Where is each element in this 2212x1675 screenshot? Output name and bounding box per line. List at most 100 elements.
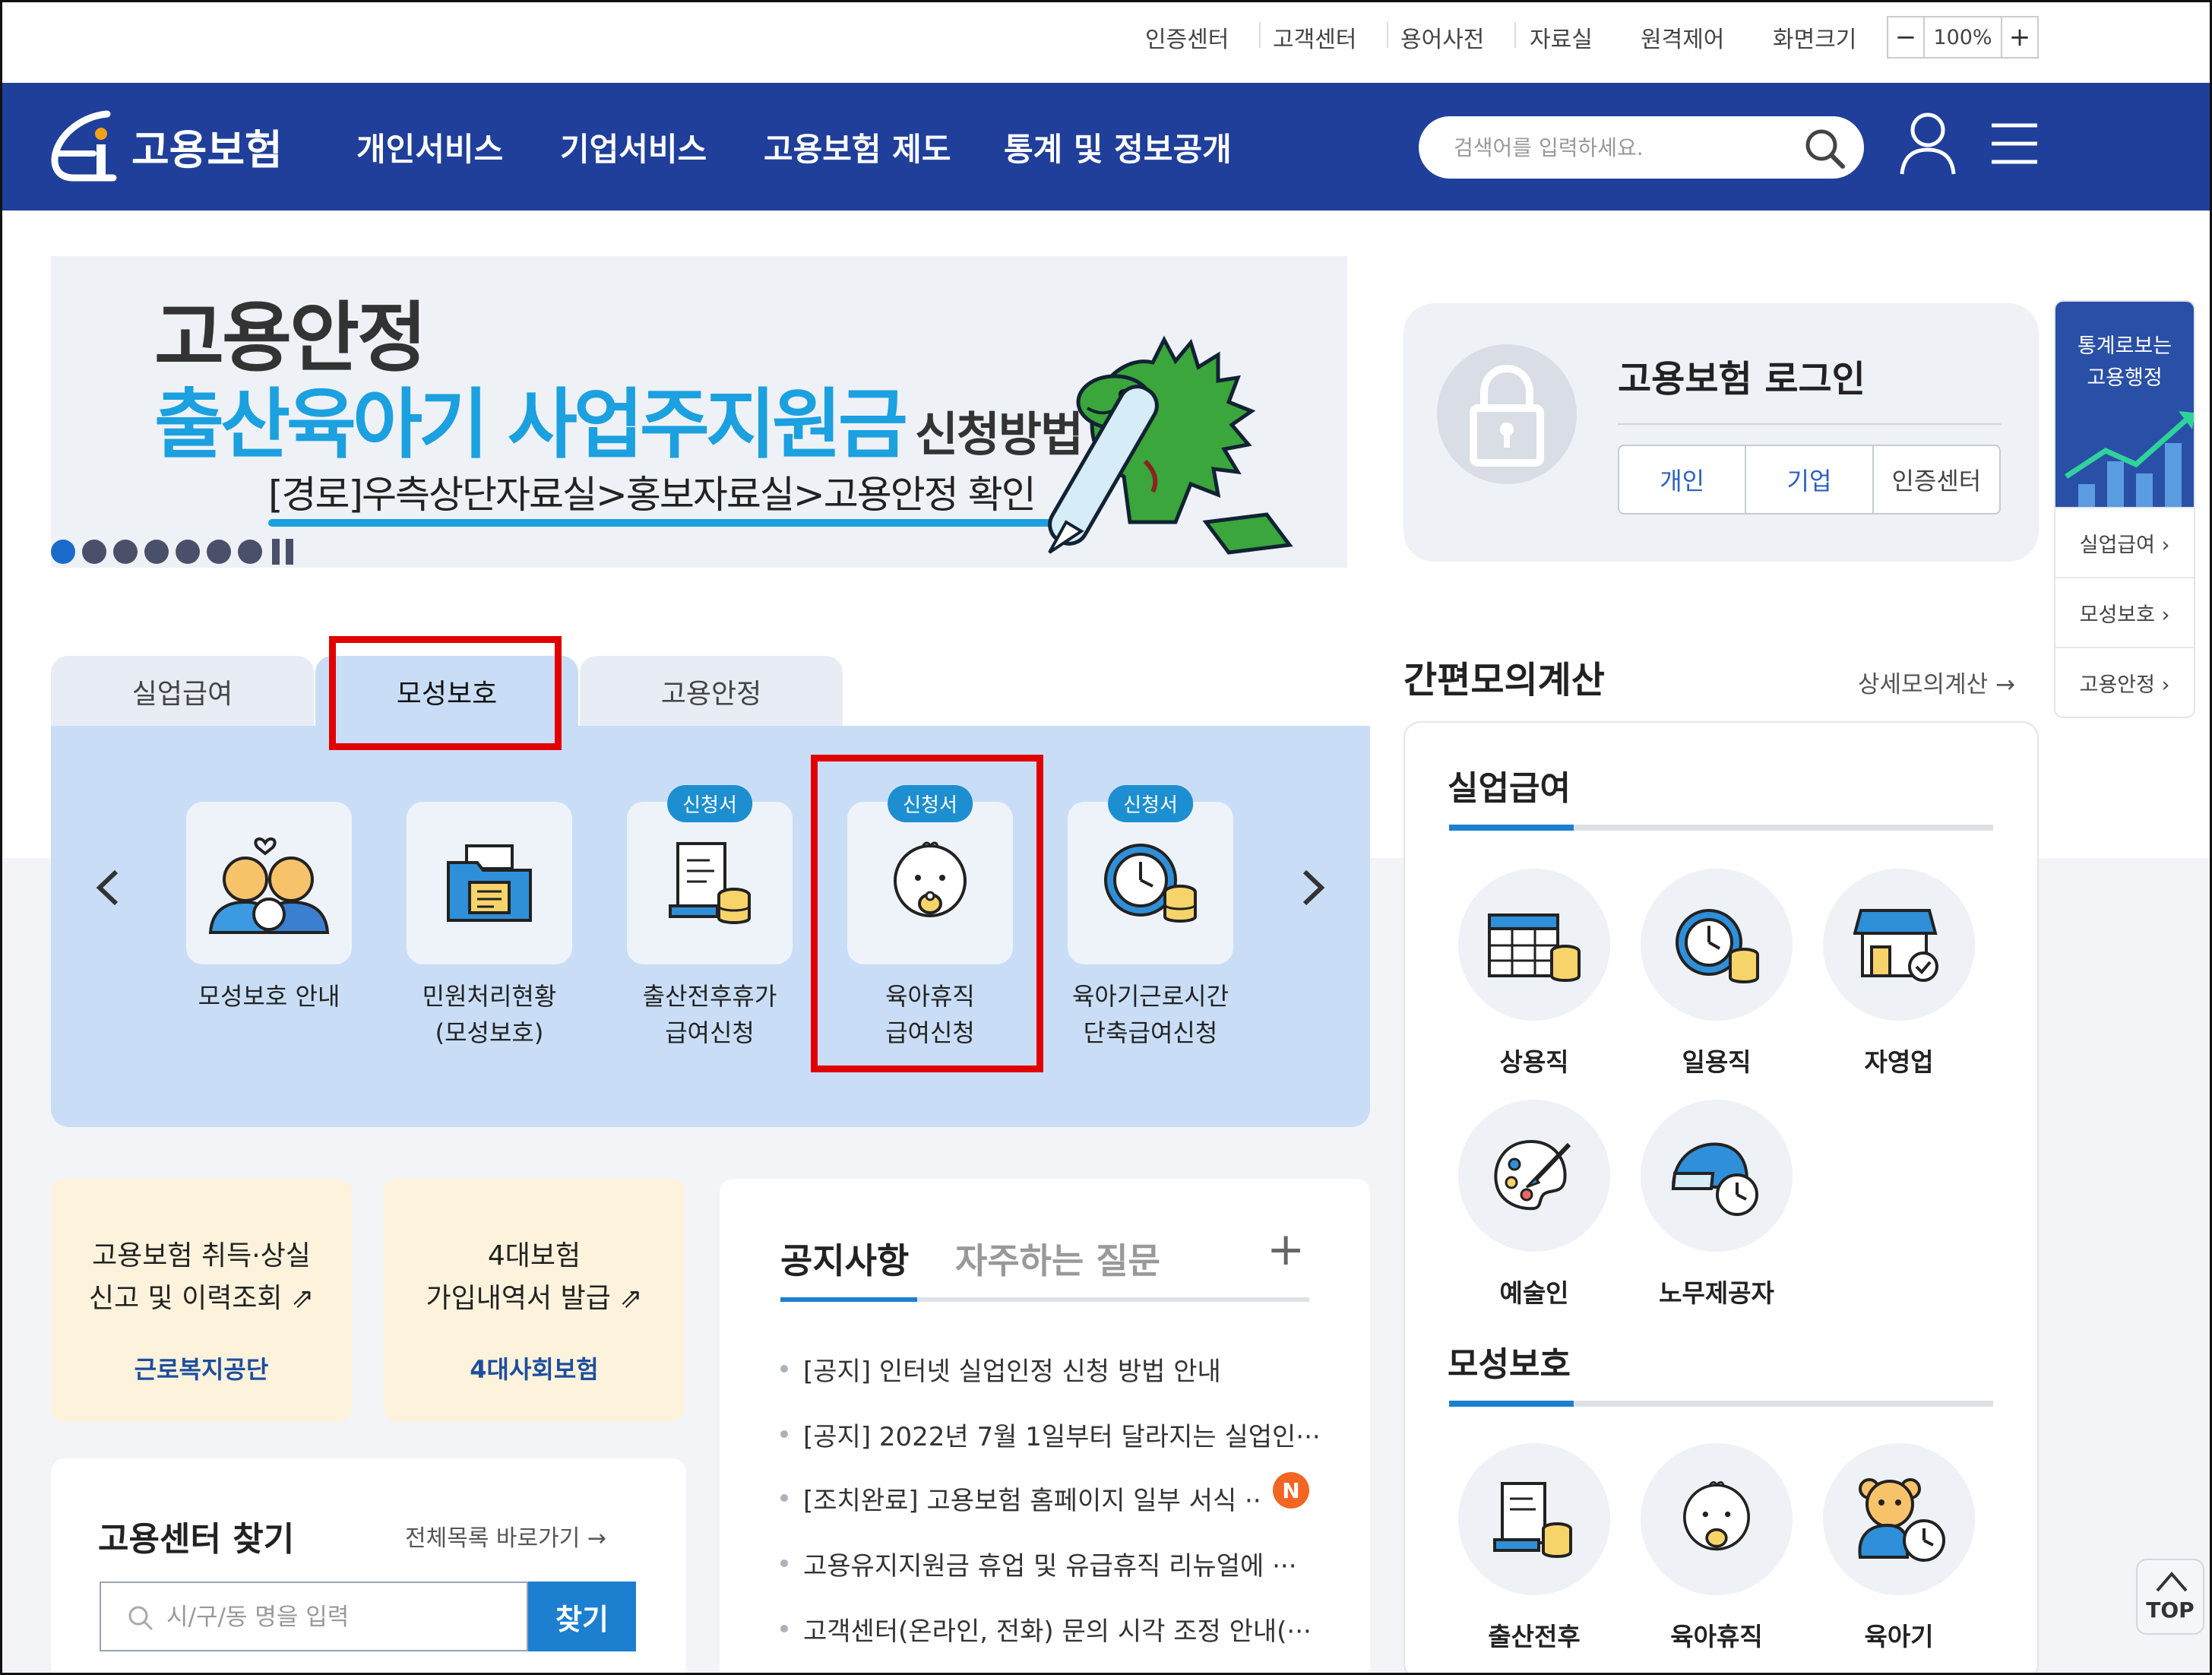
calc-section-maternity: 모성보호: [1448, 1345, 1571, 1384]
calc-item-artist[interactable]: 예술인: [1458, 1100, 1610, 1309]
site-logo[interactable]: 고용보험: [48, 104, 283, 188]
nav-personal-services[interactable]: 개인서비스: [356, 124, 503, 170]
slide-dot[interactable]: [207, 540, 231, 564]
calc-item-parental-leave[interactable]: 육아휴직: [1641, 1443, 1793, 1653]
new-badge: N: [1273, 1472, 1309, 1509]
hamburger-menu-icon[interactable]: [1990, 121, 2039, 166]
quick-card-4insurance-certificate[interactable]: 4대보험 가입내역서 발급 ⇗ 4대사회보험: [384, 1179, 685, 1422]
search-box: [1419, 116, 1864, 179]
calc-item-daily-worker[interactable]: 일용직: [1641, 869, 1793, 1078]
zoom-in-button[interactable]: +: [2002, 17, 2037, 57]
scroll-top-button[interactable]: TOP: [2136, 1559, 2204, 1635]
service-label: 민원처리현황 (모성보호): [407, 978, 572, 1051]
search-icon[interactable]: [1802, 125, 1847, 171]
login-cert-center-button[interactable]: 인증센터: [1874, 446, 1999, 513]
service-label-line1: 육아기근로시간: [1071, 982, 1229, 1011]
slide-dot[interactable]: [51, 540, 75, 564]
calc-item-self-employed[interactable]: 자영업: [1823, 869, 1975, 1078]
tab-notices[interactable]: 공지사항: [780, 1233, 909, 1284]
notice-item[interactable]: [조치완료] 고용보험 홈페이지 일부 서식 ···: [780, 1480, 1259, 1517]
quick-menu-stats-banner[interactable]: 통계로보는 고용행정: [2055, 302, 2194, 507]
util-link-library[interactable]: 자료실: [1530, 21, 1593, 54]
main-banner[interactable]: 고용안정 출산육아기 사업주지원금 신청방법 [경로]우측상단자료실>홍보자료실>…: [51, 256, 1347, 568]
main-header: 고용보험 개인서비스 기업서비스 고용보험 제도 통계 및 정보공개: [2, 83, 2210, 211]
service-label-line2: 단축급여신청: [1083, 1018, 1218, 1047]
pause-icon[interactable]: [272, 539, 299, 565]
slide-dot[interactable]: [238, 540, 262, 564]
chart-trend-icon: [2065, 411, 2194, 507]
util-separator: [1514, 22, 1516, 48]
calc-item-regular-worker[interactable]: 상용직: [1458, 869, 1610, 1078]
quick-card-text: 4대보험 가입내역서 발급 ⇗: [384, 1235, 685, 1320]
notice-item[interactable]: 고용유지지원금 휴업 및 유급휴직 리뉴얼에 ···: [780, 1545, 1312, 1582]
nav-insurance-system[interactable]: 고용보험 제도: [764, 124, 951, 170]
login-divider: [1618, 423, 2001, 425]
quick-menu-item-maternity[interactable]: 모성보호 ›: [2055, 577, 2194, 647]
util-link-customer-center[interactable]: 고객센터: [1273, 21, 1356, 54]
login-business-button[interactable]: 기업: [1746, 446, 1874, 513]
tab-faq[interactable]: 자주하는 질문: [955, 1233, 1160, 1284]
chevron-up-icon: [2156, 1571, 2188, 1592]
service-item-maternity-leave-application[interactable]: 신청서 출산전후휴가 급여신청: [627, 785, 793, 1051]
service-label-line1: 민원처리현황: [422, 982, 557, 1011]
notice-item-text: 고용유지지원금 휴업 및 유급휴직 리뉴얼에 ···: [803, 1551, 1297, 1582]
quick-menu: 통계로보는 고용행정 실업급여 › 모성보호 › 고용안정 ›: [2054, 300, 2195, 718]
service-item-reduced-hours-application[interactable]: 신청서 육아기근로시간 단축급여신청: [1068, 785, 1233, 1051]
bullet: [780, 1624, 788, 1632]
service-item-maternity-guide[interactable]: 모성보호 안내: [186, 802, 352, 1015]
clock-coins-icon: [1104, 844, 1197, 923]
calendar-coins-icon: [1458, 869, 1610, 1021]
tab-unemployment[interactable]: 실업급여: [51, 656, 314, 727]
service-icon-box: [1068, 802, 1233, 964]
job-center-finder: 고용센터 찾기 전체목록 바로가기 → 찾기: [51, 1458, 686, 1673]
slide-dot[interactable]: [82, 540, 106, 564]
quick-card-insurance-history[interactable]: 고용보험 취득·상실 신고 및 이력조회 ⇗ 근로복지공단: [51, 1179, 352, 1422]
slide-dot[interactable]: [176, 540, 200, 564]
slide-dot[interactable]: [144, 540, 169, 564]
zoom-out-button[interactable]: −: [1888, 17, 1923, 57]
finder-full-list-link[interactable]: 전체목록 바로가기 →: [405, 1519, 606, 1553]
calc-item-label: 육아기: [1864, 1622, 1934, 1651]
chevron-right-icon[interactable]: [1286, 861, 1340, 914]
user-icon[interactable]: [1897, 110, 1958, 176]
notice-item[interactable]: [공지] 인터넷 실업인정 신청 방법 안내: [780, 1350, 1312, 1388]
finder-search-button[interactable]: 찾기: [528, 1582, 636, 1651]
util-link-glossary[interactable]: 용어사전: [1400, 21, 1484, 54]
more-plus-icon[interactable]: +: [1267, 1223, 1305, 1276]
util-link-cert-center[interactable]: 인증센터: [1145, 21, 1229, 54]
finder-input[interactable]: [166, 1600, 501, 1635]
folder-document-icon: [447, 844, 532, 922]
detailed-calculator-link[interactable]: 상세모의계산 →: [1858, 665, 2015, 699]
calculator-panel: 실업급여 상용직 일용직 자영업 예술인 노무제공자 모성보호 출산전후 육아휴…: [1403, 721, 2039, 1673]
service-item-processing-status[interactable]: 민원처리현황 (모성보호): [407, 802, 572, 1051]
calc-item-label: 출산전후: [1488, 1622, 1581, 1651]
org-logo-comwel: 근로복지공단: [134, 1355, 269, 1384]
chevron-left-icon[interactable]: [81, 861, 134, 914]
slide-dot[interactable]: [113, 540, 138, 564]
calc-item-childcare-period[interactable]: 육아기: [1823, 1443, 1975, 1653]
service-label-line1: 출산전후휴가: [642, 982, 777, 1011]
notice-item-text: [조치완료] 고용보험 홈페이지 일부 서식 ···: [803, 1486, 1259, 1516]
tab-employment-stability[interactable]: 고용안정: [580, 656, 843, 727]
quick-menu-item-unemployment[interactable]: 실업급여 ›: [2055, 507, 2194, 577]
util-link-remote-control[interactable]: 원격제어: [1641, 21, 1724, 54]
service-icon-box: [627, 802, 793, 964]
service-icon-box: [407, 802, 572, 964]
quick-menu-item-employment-stability[interactable]: 고용안정 ›: [2055, 647, 2194, 717]
banner-path-text: [경로]우측상단자료실>홍보자료실>고용안정 확인: [268, 473, 1036, 517]
login-personal-button[interactable]: 개인: [1619, 446, 1747, 513]
calculator-title: 간편모의계산: [1403, 659, 1605, 701]
dinosaur-mascot-icon: [1048, 335, 1293, 555]
calc-item-labor-provider[interactable]: 노무제공자: [1641, 1100, 1793, 1309]
application-badge: 신청서: [667, 785, 752, 822]
slide-indicator: [51, 539, 299, 565]
quick-card-line2: 가입내역서 발급 ⇗: [426, 1283, 643, 1314]
nav-business-services[interactable]: 기업서비스: [560, 124, 707, 170]
quick-menu-title-line2: 고용행정: [2087, 366, 2163, 390]
nav-statistics-disclosure[interactable]: 통계 및 정보공개: [1004, 124, 1232, 170]
search-input[interactable]: [1454, 130, 1788, 165]
notice-item[interactable]: 고객센터(온라인, 전화) 문의 시각 조정 안내(···: [780, 1610, 1312, 1648]
calc-item-childbirth[interactable]: 출산전후: [1458, 1443, 1610, 1653]
teddy-bear-clock-icon: [1823, 1443, 1975, 1595]
notice-item[interactable]: [공지] 2022년 7월 1일부터 달라지는 실업인···: [780, 1416, 1321, 1453]
